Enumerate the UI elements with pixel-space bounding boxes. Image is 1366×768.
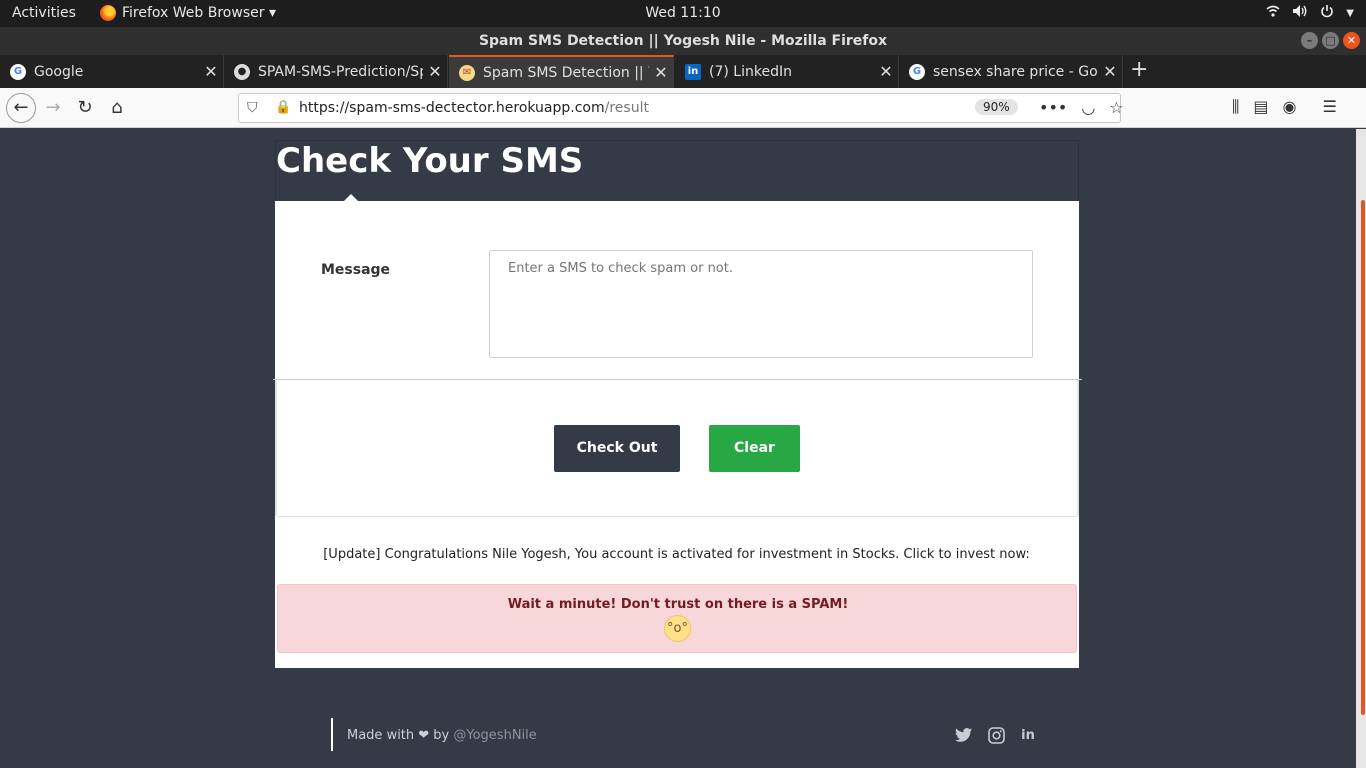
menu-icon[interactable]: ☰ — [1322, 97, 1336, 117]
url-text[interactable]: https://spam-sms-dectector.herokuapp.com… — [299, 100, 649, 116]
tab-sensex[interactable]: G sensex share price - Goo ✕ — [899, 55, 1123, 88]
close-tab-icon[interactable]: ✕ — [423, 62, 447, 81]
shield-icon[interactable]: ⛉ — [247, 100, 258, 116]
forward-button[interactable]: → — [41, 96, 65, 120]
shocked-face-icon: °o° — [664, 615, 691, 642]
tab-label: SPAM-SMS-Prediction/Sp — [258, 63, 423, 80]
system-top-bar: Activities Firefox Web Browser ▾ Wed 11:… — [0, 0, 1366, 27]
close-tab-icon[interactable]: ✕ — [199, 62, 223, 81]
home-button[interactable]: ⌂ — [105, 96, 129, 120]
sidebar-icon[interactable]: ▤ — [1253, 97, 1268, 117]
divider — [277, 516, 1077, 517]
new-tab-button[interactable]: + — [1130, 57, 1148, 82]
site-icon: ✉ — [459, 64, 475, 81]
github-icon: ● — [234, 63, 250, 80]
back-button[interactable]: ← — [6, 93, 36, 123]
twitter-icon[interactable] — [955, 727, 973, 745]
tab-bar: G Google ✕ ● SPAM-SMS-Prediction/Sp ✕ ✉ … — [0, 55, 1366, 88]
footer-credit: Made with ❤ by @YogeshNile — [347, 728, 537, 743]
alert-text: Wait a minute! Don't trust on there is a… — [507, 597, 849, 612]
tab-label: Spam SMS Detection || Yo — [483, 64, 649, 81]
pocket-icon[interactable]: ◡ — [1081, 98, 1095, 117]
divider — [273, 379, 1082, 380]
chevron-down-icon: ▼ — [1346, 7, 1354, 19]
close-tab-icon[interactable]: ✕ — [649, 63, 673, 82]
card-caret — [343, 194, 359, 202]
check-out-button[interactable]: Check Out — [554, 425, 680, 472]
linkedin-icon: in — [685, 63, 701, 80]
message-label: Message — [321, 262, 391, 278]
reload-button[interactable]: ↻ — [73, 96, 97, 120]
linkedin-icon[interactable]: in — [1019, 727, 1037, 745]
close-tab-icon[interactable]: ✕ — [874, 62, 898, 81]
result-message: [Update] Congratulations Nile Yogesh, Yo… — [323, 547, 1030, 562]
navigation-toolbar: ← → ↻ ⌂ ⛉ 🔒 https://spam-sms-dectector.h… — [0, 88, 1366, 128]
volume-icon — [1292, 4, 1308, 22]
scrollbar-thumb[interactable] — [1361, 200, 1365, 715]
zoom-indicator[interactable]: 90% — [975, 99, 1018, 115]
window-titlebar: Spam SMS Detection || Yogesh Nile - Mozi… — [0, 27, 1366, 55]
system-tray[interactable]: ▼ — [1266, 4, 1354, 22]
tab-label: sensex share price - Goo — [933, 63, 1098, 80]
bookmark-star-icon[interactable]: ☆ — [1109, 98, 1123, 117]
power-icon — [1320, 4, 1334, 22]
lock-icon[interactable]: 🔒 — [275, 100, 291, 115]
close-window-button[interactable]: ✕ — [1343, 32, 1360, 49]
spam-alert: Wait a minute! Don't trust on there is a… — [277, 584, 1077, 653]
url-bar[interactable]: ⛉ 🔒 https://spam-sms-dectector.herokuapp… — [238, 93, 1124, 123]
author-link[interactable]: @YogeshNile — [453, 728, 536, 743]
tab-label: (7) LinkedIn — [709, 63, 792, 80]
account-icon[interactable]: ◉ — [1283, 97, 1297, 117]
clear-button[interactable]: Clear — [709, 425, 800, 472]
social-links: in — [955, 727, 1037, 745]
divider — [1077, 380, 1079, 516]
google-icon: G — [909, 63, 925, 80]
close-tab-icon[interactable]: ✕ — [1098, 62, 1122, 81]
window-title: Spam SMS Detection || Yogesh Nile - Mozi… — [478, 33, 888, 49]
instagram-icon[interactable] — [987, 727, 1005, 745]
clock[interactable]: Wed 11:10 — [0, 5, 1366, 21]
tab-spam-sms-detection[interactable]: ✉ Spam SMS Detection || Yo ✕ — [449, 55, 674, 88]
page-actions-icon[interactable]: ••• — [1039, 98, 1067, 117]
divider — [275, 380, 277, 516]
minimize-button[interactable]: – — [1301, 32, 1318, 49]
tab-google[interactable]: G Google ✕ — [0, 55, 224, 88]
library-icon[interactable]: ⫼ — [1232, 97, 1239, 117]
page-title: Check Your SMS — [276, 141, 584, 181]
message-input[interactable] — [489, 250, 1033, 358]
wifi-icon — [1266, 4, 1280, 22]
tab-github[interactable]: ● SPAM-SMS-Prediction/Sp ✕ — [224, 55, 448, 88]
footer-divider — [331, 718, 333, 751]
tab-label: Google — [34, 63, 84, 80]
maximize-button[interactable]: □ — [1322, 32, 1339, 49]
google-icon: G — [10, 63, 26, 80]
tab-linkedin[interactable]: in (7) LinkedIn ✕ — [675, 55, 899, 88]
